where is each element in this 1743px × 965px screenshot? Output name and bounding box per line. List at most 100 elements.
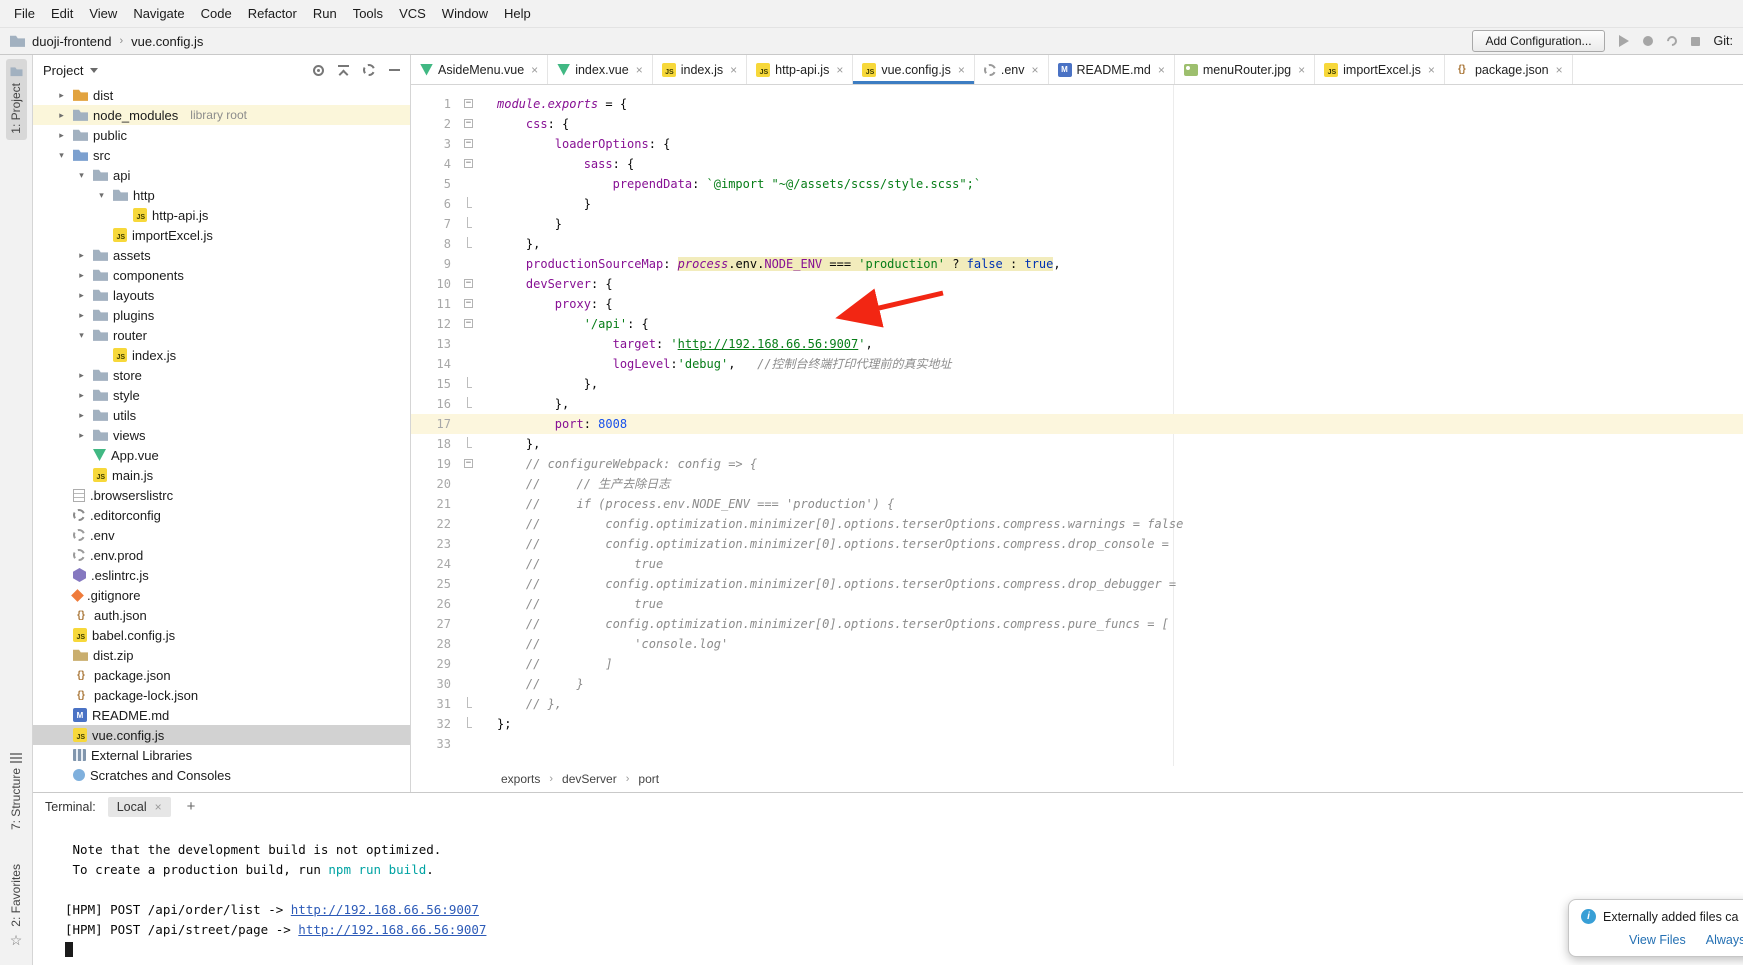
line-number[interactable]: 1	[411, 94, 457, 114]
close-icon[interactable]	[958, 63, 965, 77]
tree-item-src[interactable]: ▾src	[33, 145, 410, 165]
tree-item-scratches-and-consoles[interactable]: Scratches and Consoles	[33, 765, 410, 785]
chevron-right-icon[interactable]: ▸	[75, 390, 88, 401]
fold-collapse-icon[interactable]	[464, 119, 473, 128]
breadcrumb-port[interactable]: port	[638, 772, 659, 786]
line-number[interactable]: 33	[411, 734, 457, 754]
fold-collapse-icon[interactable]	[464, 279, 473, 288]
code-line-text[interactable]: css: {	[483, 114, 1743, 134]
add-configuration-button[interactable]: Add Configuration...	[1472, 30, 1604, 52]
code-line-text[interactable]: logLevel:'debug', //控制台终端打印代理前的真实地址	[483, 354, 1743, 374]
chevron-right-icon[interactable]: ▸	[55, 90, 68, 101]
tool-window-structure-button[interactable]: 7: Structure	[6, 747, 26, 836]
project-panel-title[interactable]: Project	[43, 63, 83, 78]
line-number[interactable]: 29	[411, 654, 457, 674]
breadcrumb-exports[interactable]: exports	[501, 772, 540, 786]
tree-item-views[interactable]: ▸views	[33, 425, 410, 445]
close-icon[interactable]	[836, 63, 843, 77]
notification-link-view-files[interactable]: View Files	[1629, 933, 1686, 947]
notification-link-always-add[interactable]: Always Add	[1706, 933, 1743, 947]
tab-menurouter.jpg[interactable]: menuRouter.jpg	[1175, 55, 1315, 84]
line-number[interactable]: 21	[411, 494, 457, 514]
chevron-right-icon[interactable]: ▸	[75, 250, 88, 261]
stop-icon[interactable]	[1691, 37, 1700, 46]
tab-asidemenu.vue[interactable]: AsideMenu.vue	[411, 55, 548, 84]
line-number[interactable]: 26	[411, 594, 457, 614]
tab-importexcel.js[interactable]: importExcel.js	[1315, 55, 1445, 84]
new-terminal-button[interactable]	[183, 798, 200, 815]
code-line-text[interactable]: // true	[483, 554, 1743, 574]
code-line-text[interactable]: productionSourceMap: process.env.NODE_EN…	[483, 254, 1743, 274]
code-line-text[interactable]: devServer: {	[483, 274, 1743, 294]
tree-item-package.json[interactable]: package.json	[33, 665, 410, 685]
line-number[interactable]: 18	[411, 434, 457, 454]
collapse-all-icon[interactable]	[338, 65, 349, 76]
line-number[interactable]: 27	[411, 614, 457, 634]
fold-collapse-icon[interactable]	[464, 139, 473, 148]
line-number[interactable]: 19	[411, 454, 457, 474]
code-line-text[interactable]: // config.optimization.minimizer[0].opti…	[483, 614, 1743, 634]
code-line-text[interactable]: }	[483, 194, 1743, 214]
tree-item-store[interactable]: ▸store	[33, 365, 410, 385]
code-line-text[interactable]: proxy: {	[483, 294, 1743, 314]
chevron-right-icon[interactable]: ▸	[75, 370, 88, 381]
fold-collapse-icon[interactable]	[464, 299, 473, 308]
tree-item-external-libraries[interactable]: External Libraries	[33, 745, 410, 765]
code-line-text[interactable]: // true	[483, 594, 1743, 614]
tree-item-.env.prod[interactable]: .env.prod	[33, 545, 410, 565]
fold-collapse-icon[interactable]	[464, 159, 473, 168]
profiler-icon[interactable]	[1664, 34, 1678, 48]
menu-window[interactable]: Window	[434, 2, 496, 25]
tree-item-babel.config.js[interactable]: babel.config.js	[33, 625, 410, 645]
line-number[interactable]: 13	[411, 334, 457, 354]
line-number[interactable]: 22	[411, 514, 457, 534]
code-line-text[interactable]: // 'console.log'	[483, 634, 1743, 654]
chevron-down-icon[interactable]: ▾	[75, 330, 88, 341]
tree-item-assets[interactable]: ▸assets	[33, 245, 410, 265]
terminal-tab-local[interactable]: Local	[108, 797, 171, 817]
line-number[interactable]: 3	[411, 134, 457, 154]
tree-item-http[interactable]: ▾http	[33, 185, 410, 205]
menu-code[interactable]: Code	[193, 2, 240, 25]
chevron-right-icon[interactable]: ▸	[75, 410, 88, 421]
tree-item-api[interactable]: ▾api	[33, 165, 410, 185]
code-line-text[interactable]: // ]	[483, 654, 1743, 674]
code-line-text[interactable]: },	[483, 374, 1743, 394]
code-line-text[interactable]: },	[483, 234, 1743, 254]
fold-collapse-icon[interactable]	[464, 319, 473, 328]
tree-item-router[interactable]: ▾router	[33, 325, 410, 345]
tree-item-utils[interactable]: ▸utils	[33, 405, 410, 425]
code-line-text[interactable]: '/api': {	[483, 314, 1743, 334]
menu-edit[interactable]: Edit	[43, 2, 81, 25]
line-number[interactable]: 10	[411, 274, 457, 294]
line-number[interactable]: 14	[411, 354, 457, 374]
code-line-text[interactable]: // config.optimization.minimizer[0].opti…	[483, 534, 1743, 554]
terminal-output[interactable]: Note that the development build is not o…	[33, 820, 1743, 965]
code-line-text[interactable]: module.exports = {	[483, 94, 1743, 114]
tree-item-.gitignore[interactable]: .gitignore	[33, 585, 410, 605]
close-icon[interactable]	[1298, 63, 1305, 77]
code-line-text[interactable]: // config.optimization.minimizer[0].opti…	[483, 574, 1743, 594]
menu-navigate[interactable]: Navigate	[125, 2, 192, 25]
code-line-text[interactable]: port: 8008	[483, 414, 1743, 434]
line-number[interactable]: 11	[411, 294, 457, 314]
chevron-right-icon[interactable]: ▸	[75, 310, 88, 321]
tool-window-favorites-button[interactable]: 2: Favorites	[6, 858, 26, 955]
chevron-down-icon[interactable]: ▾	[55, 150, 68, 161]
code-line-text[interactable]: }	[483, 214, 1743, 234]
line-number[interactable]: 15	[411, 374, 457, 394]
close-icon[interactable]	[531, 63, 538, 77]
code-line-text[interactable]: // if (process.env.NODE_ENV === 'product…	[483, 494, 1743, 514]
code-line-text[interactable]: // },	[483, 694, 1743, 714]
chevron-right-icon[interactable]: ▸	[55, 130, 68, 141]
line-number[interactable]: 8	[411, 234, 457, 254]
tab-vue.config.js[interactable]: vue.config.js	[853, 55, 975, 84]
tree-item-auth.json[interactable]: auth.json	[33, 605, 410, 625]
chevron-right-icon[interactable]: ▸	[75, 290, 88, 301]
menu-help[interactable]: Help	[496, 2, 539, 25]
code-line-text[interactable]: },	[483, 434, 1743, 454]
fold-collapse-icon[interactable]	[464, 459, 473, 468]
menu-run[interactable]: Run	[305, 2, 345, 25]
close-icon[interactable]	[155, 800, 162, 814]
chevron-right-icon[interactable]: ▸	[55, 110, 68, 121]
